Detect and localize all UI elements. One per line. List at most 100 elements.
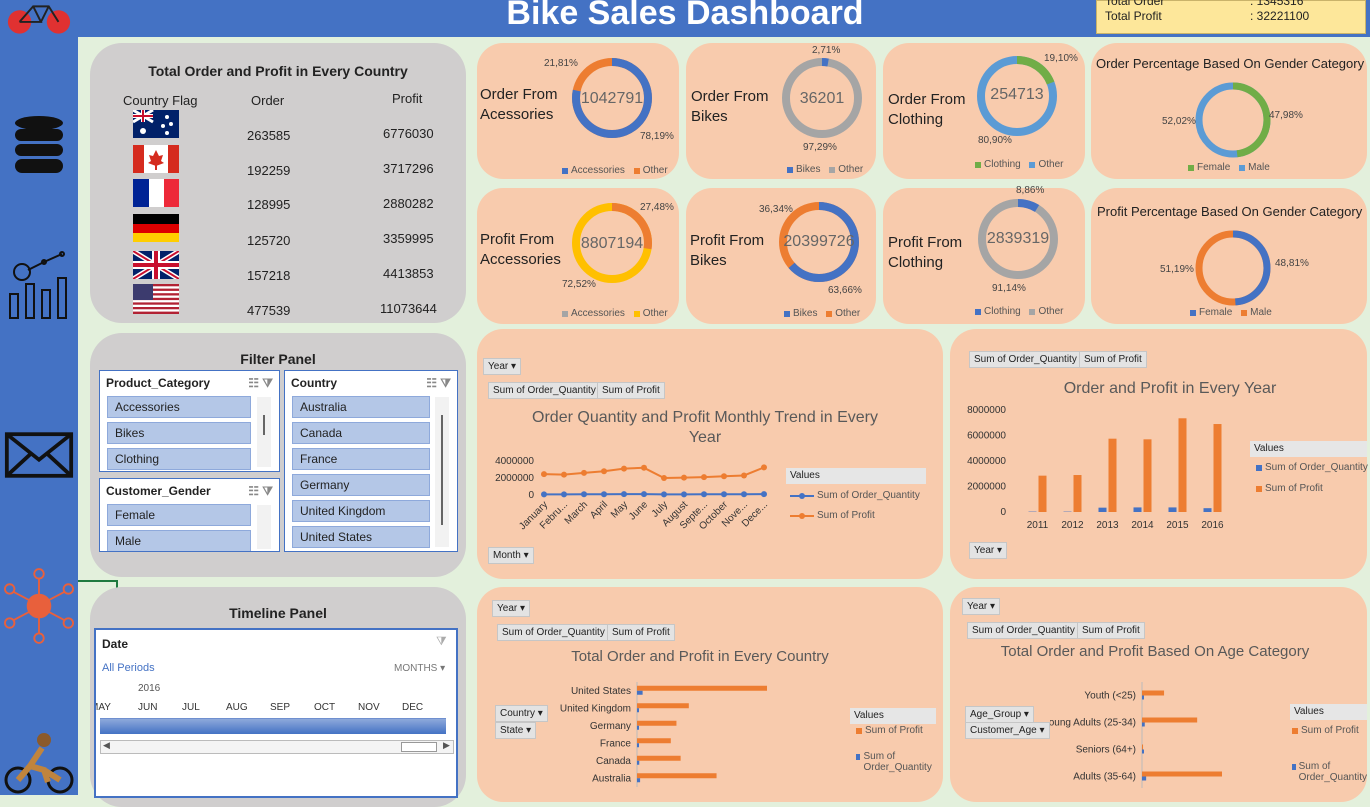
month-jun[interactable]: JUN: [138, 702, 157, 713]
data-point: [601, 468, 607, 474]
state-filter-button[interactable]: State ▾: [495, 722, 536, 739]
timeline-scrollbar[interactable]: ◀ ▶: [100, 740, 454, 754]
year-filter-button[interactable]: Year ▾: [969, 542, 1007, 559]
timeline-selection-bar[interactable]: [100, 718, 446, 734]
cyclist-icon[interactable]: [4, 730, 74, 795]
slicer-item-bikes[interactable]: Bikes: [107, 422, 251, 444]
slicer-item-australia[interactable]: Australia: [292, 396, 430, 418]
mail-icon[interactable]: [4, 430, 74, 480]
order-cloth-legend: Clothing Other: [975, 159, 1064, 170]
slicer-country-title: Country: [291, 376, 337, 391]
flag-canada: [133, 145, 179, 173]
month-dec[interactable]: DEC: [402, 702, 423, 713]
order-australia: 263585: [247, 128, 290, 143]
slicer-item-united-kingdom[interactable]: United Kingdom: [292, 500, 430, 522]
col-profit: Profit: [392, 91, 422, 106]
bar: [1214, 424, 1222, 512]
month-may[interactable]: MAY: [96, 702, 111, 713]
customer-age-filter-button[interactable]: Customer_Age ▾: [965, 722, 1050, 739]
flag-uk: [133, 251, 179, 279]
x-tick-label: May: [609, 499, 630, 520]
order-acc-center: 1042791: [570, 90, 654, 108]
sum-profit-button[interactable]: Sum of Profit: [597, 382, 665, 399]
slicer-item-female[interactable]: Female: [107, 504, 251, 526]
order-acc-label: Order From Acessories: [480, 85, 572, 125]
age-group-filter-button[interactable]: Age_Group ▾: [965, 706, 1034, 723]
month-nov[interactable]: NOV: [358, 702, 380, 713]
slicer-scrollbar[interactable]: [435, 397, 449, 547]
y-tick-label: 4000000: [495, 456, 534, 467]
slicer-item-clothing[interactable]: Clothing: [107, 448, 251, 470]
flag-australia: [133, 110, 179, 138]
bar: [637, 691, 643, 695]
data-point: [581, 470, 587, 476]
slicer-product-category: Product_Category☷ ⧩ Accessories Bikes Cl…: [99, 370, 280, 472]
month-aug[interactable]: AUG: [226, 702, 248, 713]
profit-bikes-legend: Bikes Other: [784, 308, 860, 319]
order-acc-other-pct: 21,81%: [544, 58, 578, 69]
data-point: [721, 473, 727, 479]
network-icon[interactable]: [4, 566, 74, 646]
order-gender-title: Order Percentage Based On Gender Categor…: [1096, 56, 1364, 71]
slicer-item-united-states[interactable]: United States: [292, 526, 430, 548]
sum-qty-button[interactable]: Sum of Order_Quantity: [967, 622, 1080, 639]
slicer-item-male[interactable]: Male: [107, 530, 251, 552]
multiselect-icon[interactable]: ☷ ⧩: [426, 376, 451, 391]
bar: [1039, 476, 1047, 512]
slicer-item-france[interactable]: France: [292, 448, 430, 470]
timeline-months: MAY JUN JUL AUG SEP OCT NOV DEC: [96, 702, 456, 714]
order-gender-donut: [1193, 80, 1273, 160]
sum-qty-button[interactable]: Sum of Order_Quantity: [488, 382, 601, 399]
month-sep[interactable]: SEP: [270, 702, 290, 713]
data-point: [761, 464, 767, 470]
category-label: Youth (<25): [1084, 691, 1136, 702]
slicer-item-canada[interactable]: Canada: [292, 422, 430, 444]
y-tick-label: 2000000: [967, 482, 1006, 493]
y-tick-label: 8000000: [967, 405, 1006, 416]
profit-usa: 11073644: [380, 301, 437, 316]
analytics-chart-icon[interactable]: [4, 250, 74, 320]
profit-acc-center: 8807194: [570, 235, 654, 253]
data-point: [681, 491, 687, 497]
scroll-right-icon[interactable]: ▶: [443, 740, 450, 751]
bar: [637, 703, 689, 708]
data-point: [641, 465, 647, 471]
year-filter-button[interactable]: Year ▾: [962, 598, 1000, 615]
timeline-slicer: Date ⧩ All Periods MONTHS ▾ 2016 MAY JUN…: [94, 628, 458, 798]
year-filter-button[interactable]: Year ▾: [492, 600, 530, 617]
bar: [637, 756, 681, 761]
y-tick-label: 6000000: [967, 431, 1006, 442]
profit-acc-main-pct: 27,48%: [640, 202, 674, 213]
slicer-item-germany[interactable]: Germany: [292, 474, 430, 496]
database-icon[interactable]: [4, 115, 74, 177]
bar: [1134, 507, 1142, 512]
month-filter-button[interactable]: Month ▾: [488, 547, 534, 564]
slicer-item-accessories[interactable]: Accessories: [107, 396, 251, 418]
bar: [1142, 696, 1144, 700]
month-jul[interactable]: JUL: [182, 702, 200, 713]
year-filter-button[interactable]: Year ▾: [483, 358, 521, 375]
sum-profit-button[interactable]: Sum of Profit: [1079, 351, 1147, 368]
age-chart-title: Total Order and Profit Based On Age Cate…: [980, 643, 1330, 660]
sum-qty-button[interactable]: Sum of Order_Quantity: [497, 624, 610, 641]
timeline-unit-dropdown[interactable]: MONTHS ▾: [394, 663, 445, 674]
col-order: Order: [251, 93, 284, 108]
data-point: [541, 491, 547, 497]
multiselect-icon[interactable]: ☷ ⧩: [248, 376, 273, 391]
sum-profit-button[interactable]: Sum of Profit: [607, 624, 675, 641]
timeline-scroll-thumb[interactable]: [401, 742, 437, 752]
multiselect-icon[interactable]: ☷ ⧩: [248, 484, 273, 499]
month-oct[interactable]: OCT: [314, 702, 335, 713]
sum-profit-button[interactable]: Sum of Profit: [1077, 622, 1145, 639]
slicer-scrollbar[interactable]: [257, 505, 271, 549]
sum-qty-button[interactable]: Sum of Order_Quantity: [969, 351, 1082, 368]
data-point: [661, 475, 667, 481]
country-filter-button[interactable]: Country ▾: [495, 705, 548, 722]
yearly-legend-qty: Sum of Order_Quantity: [1256, 462, 1368, 473]
order-uk: 157218: [247, 268, 290, 283]
profit-gender-title: Profit Percentage Based On Gender Catego…: [1097, 204, 1362, 219]
scroll-left-icon[interactable]: ◀: [103, 740, 110, 751]
timeline-all-periods[interactable]: All Periods: [102, 662, 155, 674]
clear-filter-icon[interactable]: ⧩: [436, 634, 447, 649]
slicer-scrollbar[interactable]: [257, 397, 271, 467]
